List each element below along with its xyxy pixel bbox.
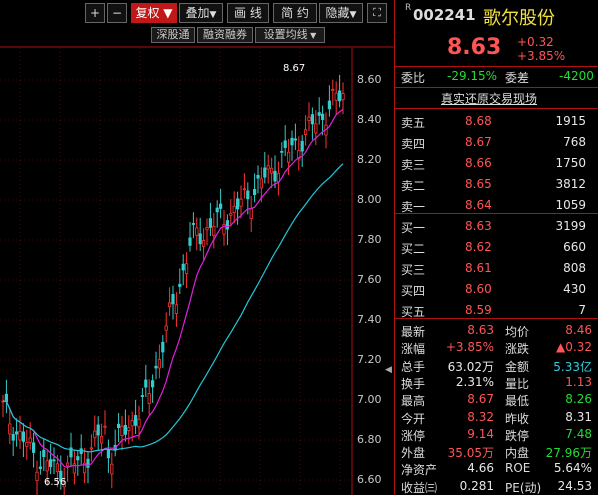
price-tick-label: 8.00	[357, 193, 382, 206]
stat-label: 收益㈢	[401, 480, 438, 495]
stat-label: PE(动)	[505, 480, 542, 495]
price-tick-label: 7.40	[357, 313, 382, 326]
low-annotation: 6.56	[44, 477, 67, 488]
price-tick-label: 7.20	[357, 353, 382, 366]
stat-value: 63.02万	[447, 359, 494, 374]
stat-value: 1.13	[565, 374, 592, 389]
stat-label: 净资产	[401, 463, 438, 478]
weicha-label: 委差	[505, 71, 530, 85]
stat-value: 4.66	[467, 461, 494, 476]
stat-label: 均价	[505, 325, 530, 339]
book-level-label: 买四	[401, 284, 426, 298]
stat-label: 最低	[505, 394, 530, 409]
stat-value: 8.63	[467, 323, 494, 337]
price-tick-label: 7.80	[357, 233, 382, 246]
stat-value: 35.05万	[447, 446, 494, 461]
book-level-label: 卖四	[401, 137, 426, 151]
stat-value: 8.26	[565, 392, 592, 407]
stock-name: 歌尔股份	[483, 8, 555, 29]
price-tick-label: 8.20	[357, 153, 382, 166]
stat-value: 5.33亿	[553, 359, 592, 374]
book-price: 8.68	[465, 114, 492, 128]
trade-replay-link[interactable]: 真实还原交易现场	[441, 90, 537, 107]
book-volume: 1915	[555, 114, 586, 128]
book-level-label: 买三	[401, 263, 426, 277]
book-volume: 1059	[555, 198, 586, 212]
book-level-label: 卖五	[401, 116, 426, 130]
price-change-pct: +3.85%	[517, 49, 566, 63]
stat-value: 24.53	[557, 478, 592, 493]
book-price: 8.62	[465, 240, 492, 254]
stat-label: 外盘	[401, 446, 426, 461]
stat-label: ROE	[505, 461, 531, 476]
price-tick-label: 7.00	[357, 393, 382, 406]
stat-value: 7.48	[565, 426, 592, 441]
book-volume: 7	[578, 303, 586, 317]
stat-value: +3.85%	[445, 340, 494, 355]
kline-svg	[0, 46, 394, 495]
stat-label: 最新	[401, 325, 426, 339]
stat-label: 涨跌	[505, 342, 530, 357]
book-volume: 1750	[555, 156, 586, 170]
price-tick-label: 8.40	[357, 113, 382, 126]
stat-value: 5.64%	[553, 461, 592, 476]
stat-value: 9.14	[467, 426, 494, 441]
book-volume: 808	[563, 261, 586, 275]
stat-label: 今开	[401, 411, 426, 426]
price-tick-label: 7.60	[357, 273, 382, 286]
book-price: 8.63	[465, 219, 492, 233]
quote-panel: R 002241 歌尔股份 8.63 +0.32 +3.85% 委比 -29.1…	[394, 0, 598, 495]
book-level-label: 卖二	[401, 179, 426, 193]
price-tick-label: 6.60	[357, 473, 382, 486]
stat-label: 量比	[505, 376, 530, 391]
stock-chart-window: + − 复权 ▼ 叠加▼ 画 线 简 约 隐藏▼ ⛶ 深股通 融资融券 设置均线…	[0, 0, 598, 495]
last-price: 8.63	[447, 35, 502, 60]
book-volume: 3199	[555, 219, 586, 233]
price-change: +0.32	[517, 35, 554, 49]
stat-label: 总手	[401, 359, 426, 374]
book-level-label: 买一	[401, 221, 426, 235]
book-price: 8.65	[465, 177, 492, 191]
stat-value: 8.46	[565, 323, 592, 337]
stock-code: 002241	[413, 6, 476, 24]
weibi-label: 委比	[401, 71, 426, 85]
stat-value: 0.281	[459, 478, 494, 493]
stat-label: 昨收	[505, 411, 530, 426]
book-volume: 3812	[555, 177, 586, 191]
book-price: 8.66	[465, 156, 492, 170]
book-level-label: 买二	[401, 242, 426, 256]
weicha-value: -4200	[559, 69, 594, 83]
stat-value: 8.32	[467, 409, 494, 424]
stat-label: 内盘	[505, 446, 530, 461]
stat-value: ▲0.32	[556, 340, 592, 355]
book-price: 8.64	[465, 198, 492, 212]
stat-label: 换手	[401, 376, 426, 391]
book-price: 8.60	[465, 282, 492, 296]
book-price: 8.61	[465, 261, 492, 275]
price-tick-label: 8.60	[357, 73, 382, 86]
weibi-value: -29.15%	[447, 69, 498, 83]
book-level-label: 卖三	[401, 158, 426, 172]
stat-value: 2.31%	[455, 374, 494, 389]
stat-label: 涨幅	[401, 342, 426, 357]
book-volume: 430	[563, 282, 586, 296]
stat-label: 跌停	[505, 428, 530, 443]
stat-value: 8.67	[467, 392, 494, 407]
code-prefix: R	[405, 3, 412, 13]
book-volume: 768	[563, 135, 586, 149]
book-volume: 660	[563, 240, 586, 254]
kline-chart-area[interactable]: + − 复权 ▼ 叠加▼ 画 线 简 约 隐藏▼ ⛶ 深股通 融资融券 设置均线…	[0, 0, 394, 495]
price-tick-label: 6.80	[357, 433, 382, 446]
book-price: 8.59	[465, 303, 492, 317]
collapse-arrow-icon[interactable]: ◀	[385, 365, 392, 375]
stat-label: 涨停	[401, 428, 426, 443]
stat-value: 27.96万	[545, 446, 592, 461]
book-price: 8.67	[465, 135, 492, 149]
high-annotation: 8.67	[283, 63, 306, 74]
stat-label: 金额	[505, 359, 530, 374]
stat-label: 最高	[401, 394, 426, 409]
stat-value: 8.31	[565, 409, 592, 424]
